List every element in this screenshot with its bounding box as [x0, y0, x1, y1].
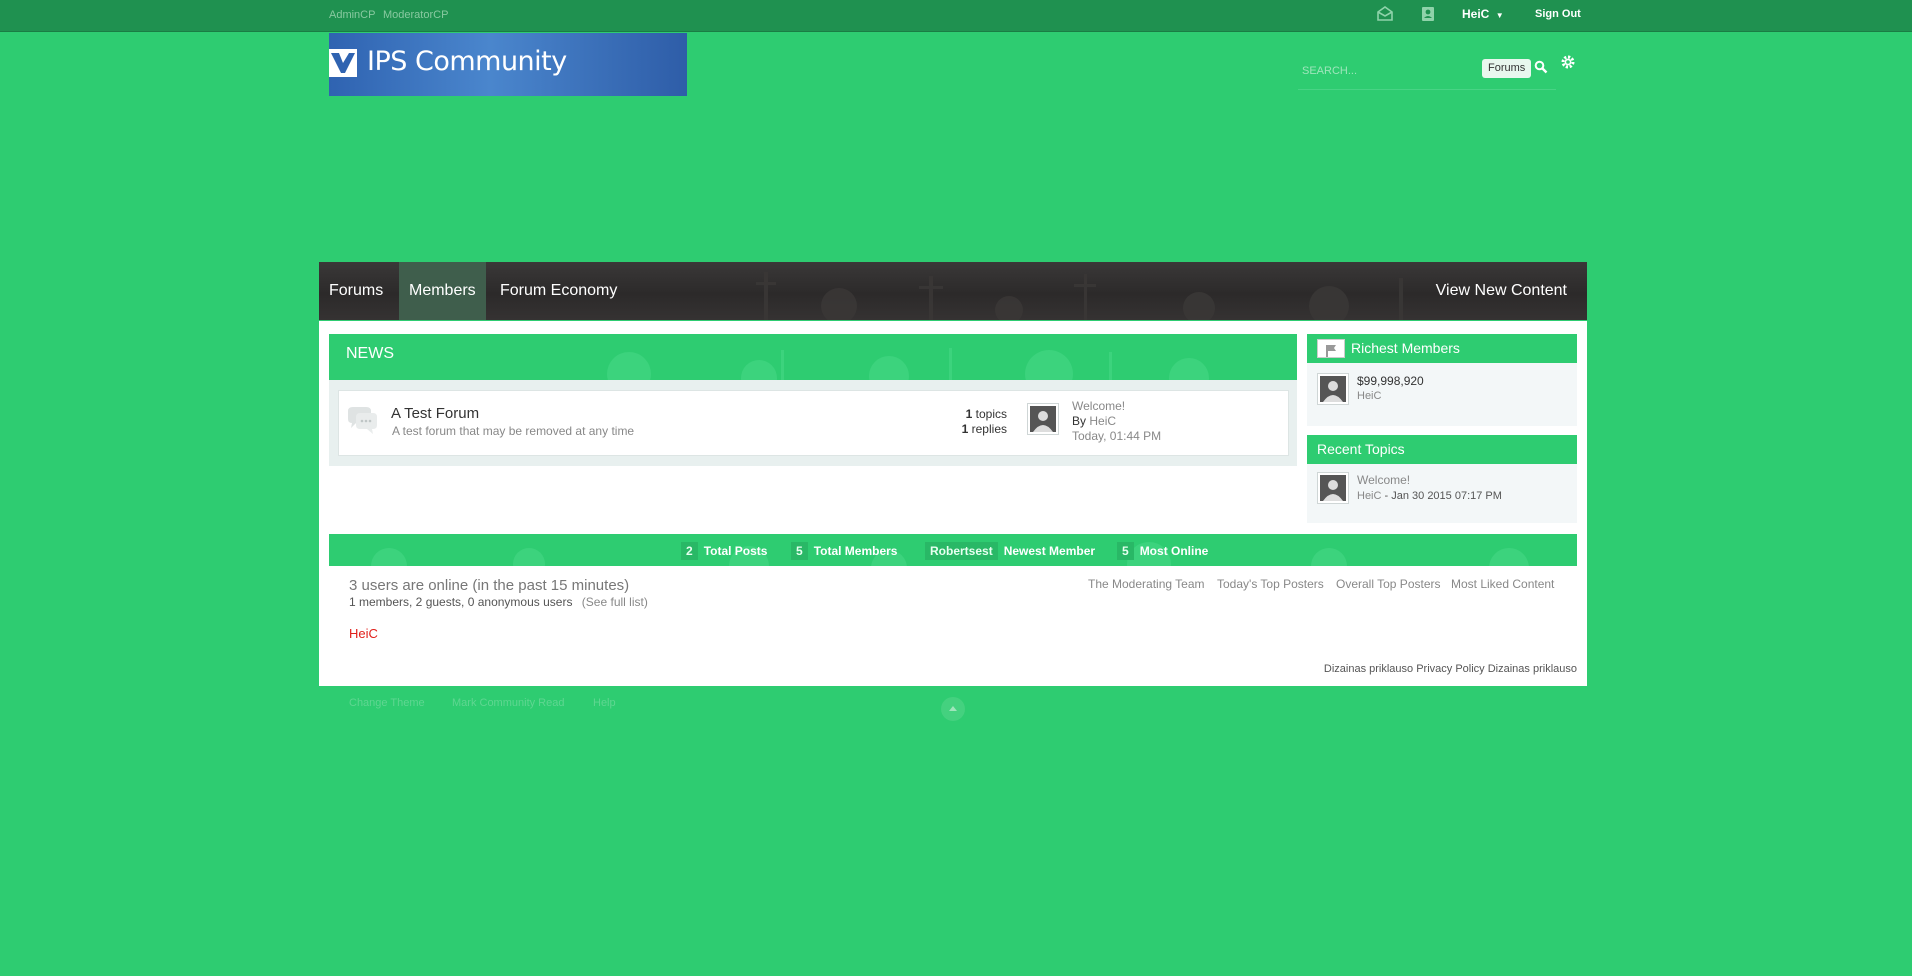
most-liked-content-link[interactable]: Most Liked Content [1451, 577, 1554, 591]
recent-topic-date: - Jan 30 2015 07:17 PM [1384, 490, 1502, 502]
see-full-list-link[interactable]: (See full list) [582, 595, 648, 609]
nav-forums[interactable]: Forums [319, 262, 393, 320]
recent-topics-header: Recent Topics [1307, 435, 1577, 464]
richest-members-header: Richest Members [1307, 334, 1577, 363]
last-post-title[interactable]: Welcome! [1072, 399, 1161, 414]
recent-topic-user[interactable]: HeiC [1357, 490, 1381, 502]
online-user-link[interactable]: HeiC [349, 626, 378, 641]
copyright-text: Dizainas priklauso Privacy Policy Dizain… [1323, 663, 1577, 675]
moderatorcp-link[interactable]: ModeratorCP [383, 9, 448, 21]
last-post-author[interactable]: HeiC [1089, 414, 1116, 428]
stat-newest-member: Robertsest Newest Member [925, 542, 1095, 560]
last-post-time: Today, 01:44 PM [1072, 429, 1162, 443]
richest-members-title: Richest Members [1351, 340, 1460, 356]
moderating-team-link[interactable]: The Moderating Team [1088, 577, 1205, 591]
search-input[interactable] [1300, 59, 1474, 83]
sign-out-link[interactable]: Sign Out [1535, 8, 1581, 20]
news-header [329, 334, 1297, 380]
recent-topics-title: Recent Topics [1317, 441, 1405, 457]
arrow-up-icon [949, 706, 957, 711]
stat-label: Newest Member [1003, 544, 1096, 558]
top-bar: AdminCP ModeratorCP HeiC ▼ Sign Out [0, 0, 1912, 32]
search-bar: Forums [1298, 55, 1556, 90]
richest-members-body: $99,998,920 HeiC [1307, 363, 1577, 426]
stats-bar: 2 Total Posts 5 Total Members Robertsest Ne… [329, 534, 1577, 566]
forum-stats: 1 topics 1 replies [900, 407, 1007, 437]
logo-text: IPS Community [367, 46, 567, 77]
online-users-title: 3 users are online (in the past 15 minut… [349, 577, 630, 594]
main-nav: Forums Members Forum Economy View New Co… [319, 262, 1587, 323]
recent-topic-link[interactable]: Welcome! [1357, 473, 1410, 487]
admincp-link[interactable]: AdminCP [329, 9, 375, 21]
stat-total-posts: 2 Total Posts [681, 542, 767, 560]
forum-status-icon [346, 405, 378, 440]
stat-value: 5 [791, 542, 808, 560]
stat-label: Most Online [1139, 544, 1209, 558]
todays-top-posters-link[interactable]: Today's Top Posters [1217, 577, 1324, 591]
online-users-detail: 1 members, 2 guests, 0 anonymous users (… [349, 595, 648, 609]
replies-count: 1 [961, 422, 969, 436]
newest-member-link[interactable]: Robertsest [925, 542, 998, 560]
stat-label: Total Members [813, 544, 898, 558]
overall-top-posters-link[interactable]: Overall Top Posters [1336, 577, 1441, 591]
search-scope-button[interactable]: Forums [1482, 59, 1532, 78]
nav-members[interactable]: Members [399, 262, 486, 320]
gear-icon[interactable] [1560, 54, 1576, 75]
news-title[interactable]: NEWS [346, 345, 394, 363]
user-menu[interactable]: HeiC ▼ [1462, 7, 1504, 21]
username-label: HeiC [1462, 7, 1490, 21]
online-users-counts: 1 members, 2 guests, 0 anonymous users [349, 595, 573, 609]
help-link[interactable]: Help [593, 697, 616, 709]
forum-description: A test forum that may be removed at any … [392, 424, 635, 438]
forum-name-link[interactable]: A Test Forum [391, 405, 479, 422]
recent-topic-meta: HeiC - Jan 30 2015 07:17 PM [1357, 490, 1502, 502]
topics-count: 1 [965, 407, 973, 421]
logo-mark-icon [329, 49, 357, 82]
avatar[interactable] [1027, 403, 1059, 435]
richest-amount: $99,998,920 [1357, 374, 1424, 388]
stat-most-online: 5 Most Online [1117, 542, 1208, 560]
flag-icon [1317, 339, 1345, 358]
chevron-down-icon: ▼ [1495, 11, 1504, 20]
avatar[interactable] [1317, 472, 1349, 504]
richest-user-link[interactable]: HeiC [1357, 390, 1381, 402]
stat-total-members: 5 Total Members [791, 542, 897, 560]
avatar[interactable] [1317, 373, 1349, 405]
back-to-top-button[interactable] [941, 697, 965, 721]
header-background-art [607, 348, 1209, 380]
search-icon[interactable] [1534, 60, 1548, 79]
stat-value: 2 [681, 542, 698, 560]
nav-view-new-content[interactable]: View New Content [1426, 262, 1577, 320]
last-post-info: Welcome! By HeiC Today, 01:44 PM [1072, 399, 1161, 444]
stat-value: 5 [1117, 542, 1134, 560]
replies-label: replies [971, 422, 1007, 436]
nav-forum-economy[interactable]: Forum Economy [490, 262, 627, 320]
stat-label: Total Posts [703, 544, 768, 558]
mark-community-read-link[interactable]: Mark Community Read [452, 697, 564, 709]
notifications-icon[interactable] [1418, 4, 1438, 24]
inbox-icon[interactable] [1375, 4, 1395, 24]
topics-label: topics [975, 407, 1007, 421]
change-theme-link[interactable]: Change Theme [349, 697, 425, 709]
recent-topics-body: Welcome! HeiC - Jan 30 2015 07:17 PM [1307, 464, 1577, 523]
last-post-by-label: By [1072, 414, 1087, 428]
